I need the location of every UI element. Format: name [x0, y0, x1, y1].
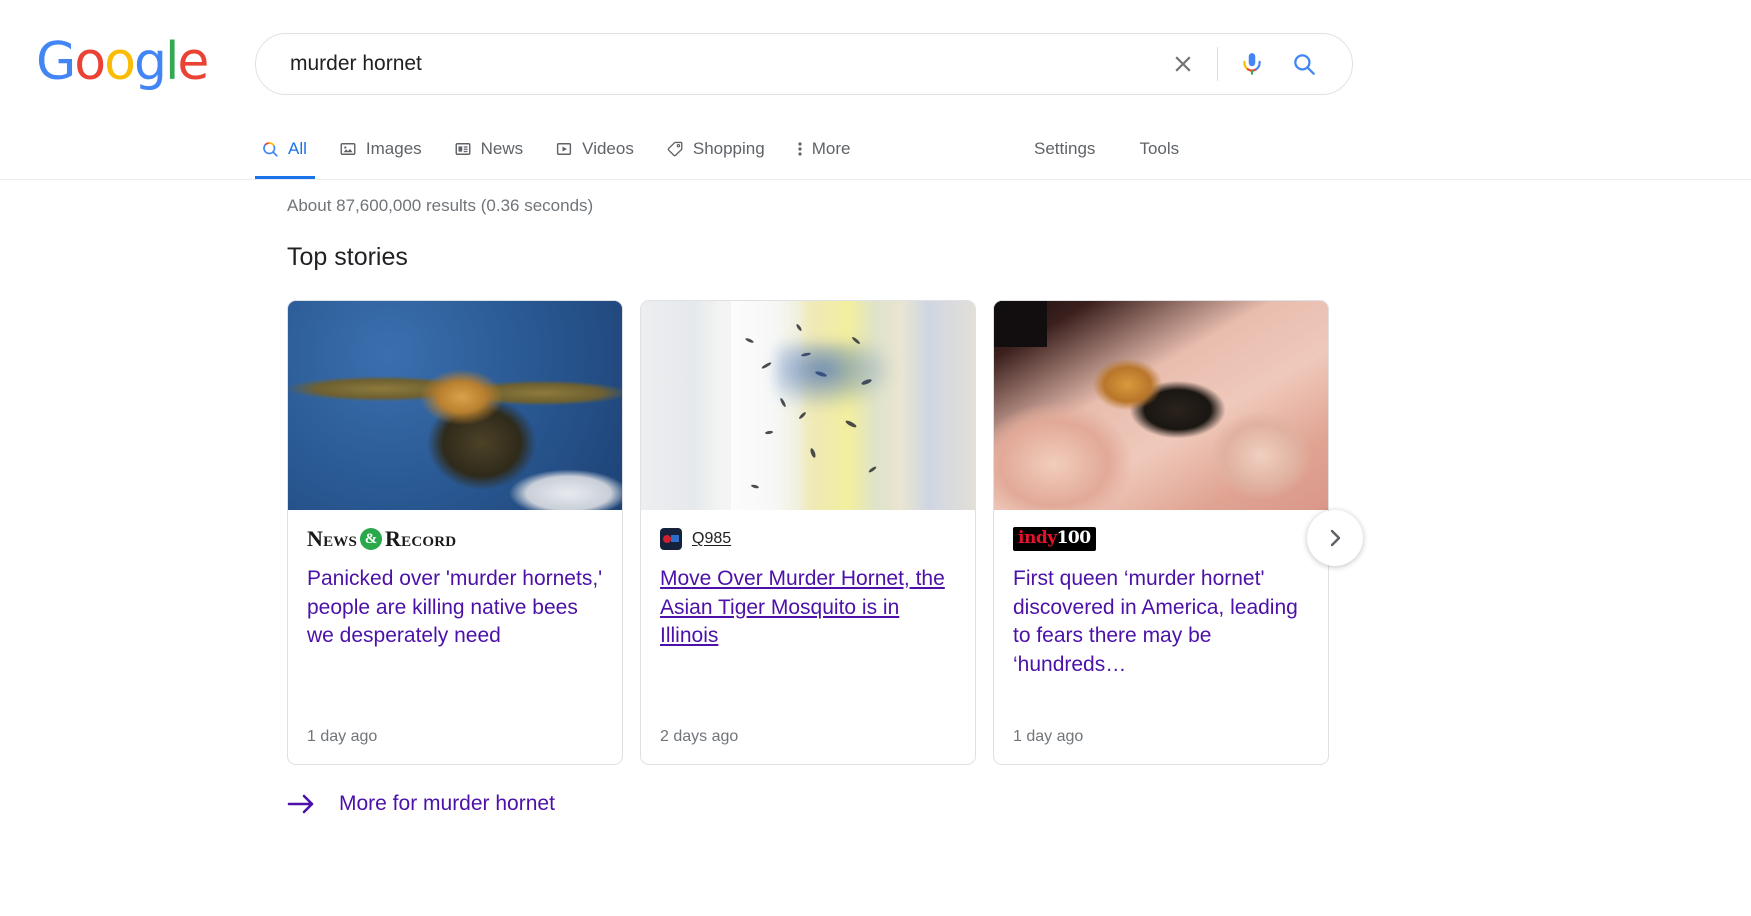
clear-search-icon[interactable] [1157, 38, 1209, 90]
google-search-results-page: Google [0, 0, 1751, 916]
more-for-query-link[interactable]: More for murder hornet [287, 792, 555, 816]
newspaper-icon [454, 140, 472, 158]
story-thumbnail-hornet-blue [288, 301, 622, 510]
page-header: Google [0, 0, 1751, 118]
logo-letter-o1: o [74, 36, 104, 88]
ampersand-badge-icon: & [360, 528, 382, 550]
tab-more-label: More [812, 139, 851, 159]
news-record-pre: News [307, 526, 357, 552]
nav-tabs: All Images [255, 118, 866, 179]
story-headline[interactable]: Move Over Murder Hornet, the Asian Tiger… [660, 565, 956, 651]
tools-link[interactable]: Tools [1125, 139, 1193, 159]
logo-letter-e: e [177, 36, 207, 88]
top-story-card[interactable]: News & Record Panicked over 'murder horn… [287, 300, 623, 765]
tab-images[interactable]: Images [323, 118, 438, 179]
story-body: News & Record Panicked over 'murder horn… [288, 510, 622, 764]
story-thumbnail-mosquito-vial [641, 301, 975, 510]
tab-images-label: Images [366, 139, 422, 159]
tag-icon [666, 140, 684, 158]
story-body: Q985 Move Over Murder Hornet, the Asian … [641, 510, 975, 764]
tab-shopping[interactable]: Shopping [650, 118, 781, 179]
indy100-post: 100 [1057, 530, 1091, 547]
story-source: Q985 [660, 527, 956, 551]
story-headline[interactable]: First queen ‘murder hornet' discovered i… [1013, 565, 1309, 679]
tab-more[interactable]: More [781, 118, 867, 179]
video-icon [555, 140, 573, 158]
story-body: indy100 First queen ‘murder hornet' disc… [994, 510, 1328, 764]
logo-letter-g2: g [134, 36, 165, 88]
logo-letter-g1: G [36, 36, 74, 88]
more-for-query-label: More for murder hornet [339, 792, 555, 816]
tab-all[interactable]: All [255, 118, 323, 179]
logo-letter-l: l [165, 36, 177, 88]
search-bar-icons [1157, 38, 1352, 90]
logo-letter-o2: o [104, 36, 134, 88]
search-input-wrap [256, 51, 1157, 77]
tab-videos[interactable]: Videos [539, 118, 650, 179]
news-record-post: Record [385, 526, 456, 552]
q985-favicon-icon [660, 528, 682, 550]
tab-news-label: News [481, 139, 524, 159]
chevron-right-icon [1323, 526, 1347, 550]
story-timestamp: 2 days ago [660, 728, 956, 764]
voice-search-icon[interactable] [1226, 38, 1278, 90]
tab-all-label: All [288, 139, 307, 159]
story-source: indy100 [1013, 527, 1309, 551]
nav-right-links: Settings Tools [1020, 118, 1193, 179]
search-bar[interactable] [255, 33, 1353, 95]
tab-news[interactable]: News [438, 118, 540, 179]
image-icon [339, 140, 357, 158]
tab-videos-label: Videos [582, 139, 634, 159]
result-stats: About 87,600,000 results (0.36 seconds) [287, 196, 593, 216]
carousel-next-button[interactable] [1307, 510, 1363, 566]
story-timestamp: 1 day ago [1013, 728, 1309, 764]
top-stories-carousel: News & Record Panicked over 'murder horn… [287, 300, 1347, 765]
story-timestamp: 1 day ago [307, 728, 603, 764]
story-source-name[interactable]: Q985 [692, 530, 731, 548]
search-nav-bar: All Images [0, 118, 1751, 180]
overflow-dots-icon [797, 140, 803, 158]
indy100-logo: indy100 [1013, 527, 1096, 551]
top-story-card[interactable]: indy100 First queen ‘murder hornet' disc… [993, 300, 1329, 765]
top-stories-cards: News & Record Panicked over 'murder horn… [287, 300, 1347, 765]
settings-link[interactable]: Settings [1020, 139, 1109, 159]
search-bar-divider [1217, 47, 1218, 81]
arrow-right-icon [287, 793, 317, 815]
search-icon [261, 140, 279, 158]
news-and-record-logo: News & Record [307, 526, 456, 552]
top-stories-heading: Top stories [287, 243, 408, 272]
story-headline[interactable]: Panicked over 'murder hornets,' people a… [307, 565, 603, 651]
tab-shopping-label: Shopping [693, 139, 765, 159]
top-story-card[interactable]: Q985 Move Over Murder Hornet, the Asian … [640, 300, 976, 765]
story-thumbnail-hornet-hand [994, 301, 1328, 510]
story-source: News & Record [307, 527, 603, 551]
google-logo[interactable]: Google [36, 36, 207, 88]
mosquito-specks [641, 301, 975, 510]
indy100-pre: indy [1018, 530, 1057, 547]
search-input[interactable] [288, 51, 1157, 77]
search-submit-icon[interactable] [1278, 38, 1330, 90]
